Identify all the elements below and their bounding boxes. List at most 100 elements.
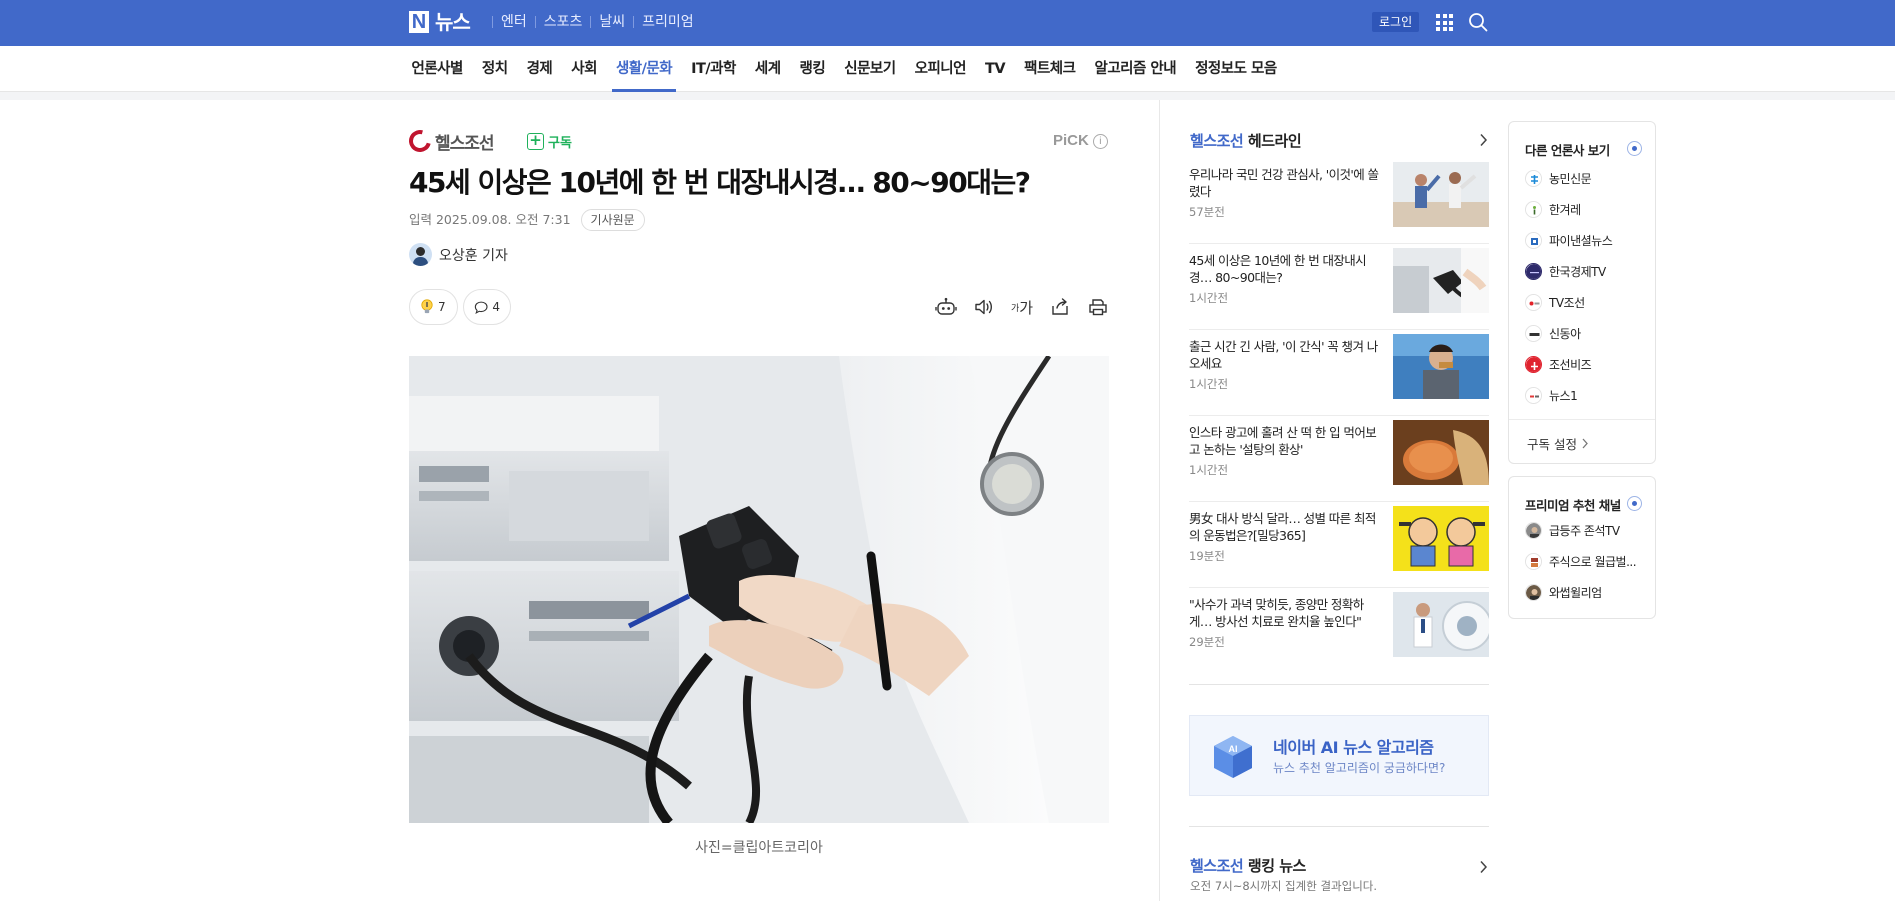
nav-item-tv[interactable]: TV <box>975 46 1014 92</box>
nav-shadow <box>0 92 1895 100</box>
news-logo-text[interactable]: 뉴스 <box>435 8 471 36</box>
headline-text[interactable]: 男女 대사 방식 달라… 성별 따른 최적의 운동법은?[밀당365] <box>1189 510 1379 544</box>
print-icon <box>1089 299 1107 316</box>
top-menu-premium[interactable]: 프리미엄 <box>634 12 702 32</box>
other-press-item[interactable]: 파이낸셜뉴스 <box>1525 232 1613 249</box>
subscribe-button[interactable]: + 구독 <box>527 132 572 151</box>
font-size-button[interactable]: 가가 <box>1003 295 1041 319</box>
press-name: 헬스조선 <box>435 133 495 154</box>
nav-item-life-culture[interactable]: 생활/문화 <box>606 46 681 92</box>
headline-thumbnail[interactable] <box>1393 506 1489 571</box>
share-button[interactable] <box>1041 295 1079 319</box>
other-press-item[interactable]: 조선비즈 <box>1525 356 1592 373</box>
refresh-icon[interactable] <box>1627 496 1642 511</box>
search-icon[interactable] <box>1468 12 1488 32</box>
subscription-settings-link[interactable]: 구독 설정 <box>1527 434 1589 453</box>
nav-item-ranking[interactable]: 랭킹 <box>790 46 835 92</box>
ranking-subtitle: 오전 7시~8시까지 집계한 결과입니다. <box>1190 879 1378 893</box>
refresh-icon[interactable] <box>1627 141 1642 156</box>
ranking-title-suffix: 랭킹 뉴스 <box>1243 857 1306 875</box>
other-press-item[interactable]: 뉴스1 <box>1525 387 1578 404</box>
headline-thumbnail[interactable] <box>1393 592 1489 657</box>
nav-item-corrections[interactable]: 정정보도 모음 <box>1186 46 1287 92</box>
premium-channel-item[interactable]: 와썹윌리엄 <box>1525 584 1602 601</box>
audio-button[interactable] <box>965 295 1003 319</box>
comment-button[interactable]: 4 <box>463 289 511 325</box>
headline-time: 19분전 <box>1189 549 1225 563</box>
print-button[interactable] <box>1079 295 1117 319</box>
photo-caption: 사진=클립아트코리아 <box>695 840 823 856</box>
other-press-name: 한겨레 <box>1549 203 1581 217</box>
top-menu-entertainment[interactable]: 엔터 <box>493 12 535 32</box>
nav-item-factcheck[interactable]: 팩트체크 <box>1015 46 1085 92</box>
top-menu-sports[interactable]: 스포츠 <box>536 12 591 32</box>
headline-text[interactable]: 우리나라 국민 건강 관심사, '이것'에 쏠렸다 <box>1189 166 1379 200</box>
apps-grid-icon[interactable] <box>1436 14 1453 31</box>
nav-item-algorithm[interactable]: 알고리즘 안내 <box>1085 46 1186 92</box>
comment-icon <box>474 301 488 314</box>
headline-thumbnail[interactable] <box>1393 248 1489 313</box>
headline-text[interactable]: "사수가 과녁 맞히듯, 종양만 정확하게… 방사선 치료로 완치율 높인다" <box>1189 596 1379 630</box>
headline-section-title[interactable]: 헬스조선 헤드라인 <box>1190 130 1302 151</box>
chevron-right-icon[interactable] <box>1479 860 1488 874</box>
author-name: 오상훈 기자 <box>439 247 508 264</box>
other-press-name: TV조선 <box>1549 296 1585 310</box>
headline-time: 1시간전 <box>1189 463 1229 477</box>
other-press-name: 조선비즈 <box>1549 358 1592 372</box>
headline-item[interactable]: 출근 시간 긴 사람, '이 간식' 꼭 챙겨 나오세요 1시간전 <box>1189 330 1489 416</box>
nav-item-society[interactable]: 사회 <box>562 46 607 92</box>
press-logo-icon <box>1525 294 1542 311</box>
other-press-item[interactable]: 신동아 <box>1525 325 1581 342</box>
login-button[interactable]: 로그인 <box>1372 12 1420 32</box>
premium-channel-item[interactable]: 급등주 존석TV <box>1525 522 1620 539</box>
original-article-button[interactable]: 기사원문 <box>580 209 645 231</box>
author[interactable]: 오상훈 기자 <box>409 243 508 266</box>
chevron-right-icon[interactable] <box>1479 133 1488 147</box>
summary-bot-button[interactable] <box>927 295 965 319</box>
channel-avatar <box>1525 522 1542 539</box>
plus-icon: + <box>527 133 544 150</box>
ai-algorithm-banner[interactable]: AI 네이버 AI 뉴스 알고리즘 뉴스 추천 알고리즘이 궁금하다면? <box>1189 715 1489 796</box>
info-icon[interactable]: i <box>1092 133 1108 149</box>
premium-title: 프리미엄 추천 채널 <box>1525 498 1621 513</box>
reaction-button[interactable]: 7 <box>409 289 458 325</box>
headline-item[interactable]: 男女 대사 방식 달라… 성별 따른 최적의 운동법은?[밀당365] 19분전 <box>1189 502 1489 588</box>
other-press-item[interactable]: 한겨레 <box>1525 201 1581 218</box>
headline-text[interactable]: 출근 시간 긴 사람, '이 간식' 꼭 챙겨 나오세요 <box>1189 338 1379 372</box>
nav-item-politics[interactable]: 정치 <box>472 46 517 92</box>
nav-item-opinion[interactable]: 오피니언 <box>905 46 975 92</box>
headline-thumbnail[interactable] <box>1393 162 1489 227</box>
premium-channel-item[interactable]: 주식으로 월급벌... <box>1525 553 1637 570</box>
font-size-label: 가 <box>1019 298 1034 317</box>
section-divider <box>1189 826 1489 827</box>
nav-item-it-science[interactable]: IT/과학 <box>682 46 746 92</box>
headline-item[interactable]: "사수가 과녁 맞히듯, 종양만 정확하게… 방사선 치료로 완치율 높인다" … <box>1189 588 1489 674</box>
top-menu-weather[interactable]: 날씨 <box>591 12 633 32</box>
robot-icon <box>935 297 957 315</box>
nav-item-by-press[interactable]: 언론사별 <box>402 46 472 92</box>
ai-cube-icon: AI <box>1214 736 1252 778</box>
nav-item-newspaper[interactable]: 신문보기 <box>835 46 905 92</box>
press-logo[interactable]: 헬스조선 <box>404 125 495 157</box>
pick-badge[interactable]: PiCK i <box>1053 131 1108 151</box>
speaker-icon <box>975 299 992 315</box>
headline-thumbnail[interactable] <box>1393 334 1489 399</box>
comment-count: 4 <box>492 300 500 314</box>
headline-item[interactable]: 인스타 광고에 홀려 산 떡 한 입 먹어보고 논하는 '설탕의 환상' 1시간… <box>1189 416 1489 502</box>
headline-item[interactable]: 45세 이상은 10년에 한 번 대장내시경… 80~90대는? 1시간전 <box>1189 244 1489 330</box>
other-press-item[interactable]: 농민신문 <box>1525 170 1592 187</box>
headline-thumbnail[interactable] <box>1393 420 1489 485</box>
author-avatar <box>409 243 432 266</box>
press-logo-icon <box>1525 232 1542 249</box>
nav-item-world[interactable]: 세계 <box>745 46 790 92</box>
other-press-item[interactable]: TV조선 <box>1525 294 1585 311</box>
headline-text[interactable]: 45세 이상은 10년에 한 번 대장내시경… 80~90대는? <box>1189 252 1379 286</box>
headline-text[interactable]: 인스타 광고에 홀려 산 떡 한 입 먹어보고 논하는 '설탕의 환상' <box>1189 424 1379 458</box>
other-press-item[interactable]: 한국경제TV <box>1525 263 1606 280</box>
naver-logo[interactable]: N <box>409 11 429 33</box>
premium-channel-name: 급등주 존석TV <box>1549 524 1620 538</box>
ranking-section-title[interactable]: 헬스조선 랭킹 뉴스 <box>1190 855 1306 876</box>
press-logo-icon <box>1525 387 1542 404</box>
headline-item[interactable]: 우리나라 국민 건강 관심사, '이것'에 쏠렸다 57분전 <box>1189 158 1489 244</box>
nav-item-economy[interactable]: 경제 <box>517 46 562 92</box>
